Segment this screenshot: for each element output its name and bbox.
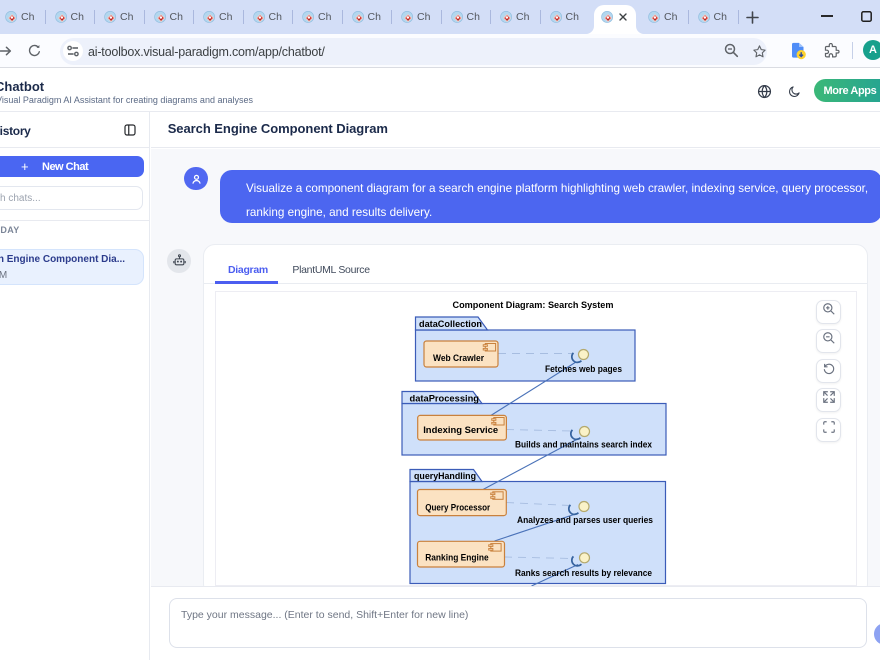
svg-text:Query Processor: Query Processor: [425, 502, 490, 513]
svg-text:Component Diagram: Search Syst: Component Diagram: Search System: [453, 300, 614, 311]
svg-text:queryHandling: queryHandling: [414, 471, 476, 482]
svg-text:Analyzes and parses user queri: Analyzes and parses user queries: [517, 515, 653, 526]
svg-text:Ranking Engine: Ranking Engine: [425, 553, 489, 564]
svg-text:Fetches web pages: Fetches web pages: [545, 364, 622, 375]
svg-text:Indexing Service: Indexing Service: [423, 425, 498, 436]
svg-text:Ranks search results by releva: Ranks search results by relevance: [515, 568, 652, 579]
svg-text:dataCollection: dataCollection: [419, 319, 482, 330]
svg-text:Web Crawler: Web Crawler: [433, 353, 484, 364]
svg-text:dataProcessing: dataProcessing: [410, 393, 480, 404]
svg-text:Builds and maintains search in: Builds and maintains search index: [515, 439, 653, 450]
